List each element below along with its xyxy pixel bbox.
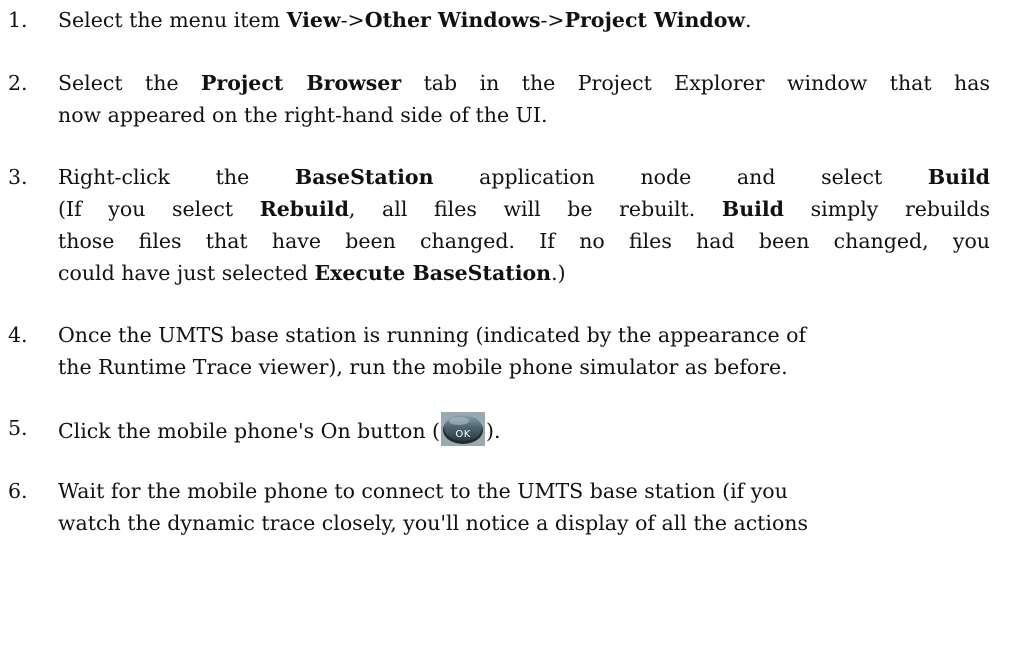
step-number: 5. — [8, 416, 28, 440]
text-run: application node and select — [433, 165, 928, 189]
step-text: Select the menu item View->Other Windows… — [58, 4, 990, 36]
step-line: Select the menu item View->Other Windows… — [58, 4, 990, 36]
text-run: watch the dynamic trace closely, you'll … — [58, 511, 809, 535]
bold-term: Project Browser — [200, 71, 402, 95]
text-run: could have just selected — [58, 261, 315, 285]
bold-term: Other Windows — [364, 8, 541, 32]
bold-term: Build — [721, 197, 785, 221]
step-line: the Runtime Trace viewer), run the mobil… — [58, 351, 990, 383]
step-line: Click the mobile phone's On button (OK … — [58, 412, 990, 447]
step-number: 4. — [8, 323, 28, 347]
step-number: 2. — [8, 71, 28, 95]
text-run: now appeared on the right-hand side of t… — [58, 103, 548, 127]
text-run: those files that have been changed. If n… — [58, 229, 990, 253]
text-run: .) — [551, 261, 566, 285]
text-run: Select the — [58, 71, 201, 95]
step-line: Wait for the mobile phone to connect to … — [58, 475, 990, 507]
text-run: Once the UMTS base station is running (i… — [58, 323, 807, 347]
step-line: now appeared on the right-hand side of t… — [58, 99, 990, 131]
text-run: Right-click the — [58, 165, 295, 189]
step-text: Select the Project Browser tab in the Pr… — [58, 67, 990, 131]
step-line: could have just selected Execute BaseSta… — [58, 257, 990, 289]
step-text: Right-click the BaseStation application … — [58, 161, 990, 289]
bold-term: Execute BaseStation — [314, 261, 552, 285]
step-number: 1. — [8, 8, 28, 32]
text-run: -> — [340, 8, 365, 32]
step-line: Select the Project Browser tab in the Pr… — [58, 67, 990, 99]
text-run: -> — [540, 8, 565, 32]
ok-button-label: OK — [455, 429, 471, 440]
step-text: Click the mobile phone's On button (OK … — [58, 412, 990, 447]
text-run: the Runtime Trace viewer), run the mobil… — [58, 355, 788, 379]
bold-term: View — [286, 8, 341, 32]
step-number: 6. — [8, 479, 28, 503]
step-5-text-before: Click the mobile phone's On button ( — [58, 419, 441, 443]
text-run: Select the menu item — [58, 8, 287, 32]
step-line: those files that have been changed. If n… — [58, 225, 990, 257]
bold-term: BaseStation — [294, 165, 434, 189]
step-text: Once the UMTS base station is running (i… — [58, 319, 990, 383]
step-line: Right-click the BaseStation application … — [58, 161, 990, 193]
step-line: Once the UMTS base station is running (i… — [58, 319, 990, 351]
text-run: Wait for the mobile phone to connect to … — [58, 479, 788, 503]
bold-term: Rebuild — [259, 197, 349, 221]
ok-button-icon: OK — [441, 412, 486, 446]
bold-term: Build — [927, 165, 990, 189]
step-5-text-after: ). — [486, 419, 501, 443]
bold-term: Project Window — [564, 8, 746, 32]
text-run: tab in the Project Explorer window that … — [401, 71, 990, 95]
step-line: (If you select Rebuild, all files will b… — [58, 193, 990, 225]
text-run: . — [745, 8, 752, 32]
step-number: 3. — [8, 165, 28, 189]
text-run: , all files will be rebuilt. — [348, 197, 722, 221]
text-run: (If you select — [58, 197, 260, 221]
text-run: simply rebuilds — [784, 197, 991, 221]
instruction-document: 1. Select the menu item View->Other Wind… — [0, 0, 1010, 658]
step-line: watch the dynamic trace closely, you'll … — [58, 507, 990, 539]
step-text: Wait for the mobile phone to connect to … — [58, 475, 990, 539]
